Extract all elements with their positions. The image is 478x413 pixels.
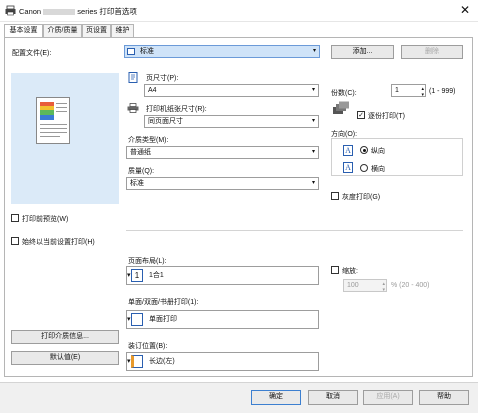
profile-label: 配置文件(E): bbox=[12, 50, 52, 57]
add-profile-button[interactable]: 添加... bbox=[331, 45, 394, 59]
portrait-radio[interactable] bbox=[360, 146, 368, 154]
chevron-down-icon: ▾ bbox=[311, 180, 315, 186]
layout-icon: 1 bbox=[131, 269, 143, 282]
landscape-radio[interactable] bbox=[360, 164, 368, 172]
defaults-button[interactable]: 默认值(E) bbox=[11, 351, 119, 365]
separator bbox=[126, 230, 463, 231]
single-sided-icon bbox=[131, 313, 143, 326]
printer-paper-icon bbox=[127, 103, 139, 113]
profile-select[interactable]: 标准 ▾ bbox=[124, 45, 320, 58]
collate-label: 逐份打印(T) bbox=[368, 113, 405, 120]
scale-checkbox[interactable] bbox=[331, 266, 339, 274]
spin-down-icon[interactable]: ▾ bbox=[382, 285, 385, 296]
help-button[interactable]: 帮助 bbox=[419, 390, 469, 405]
chevron-down-icon: ▾ bbox=[312, 48, 316, 54]
duplex-select[interactable]: 单面打印 ▾ bbox=[126, 310, 319, 329]
redacted-model-name bbox=[43, 9, 76, 16]
page-layout-label: 页面布局(L): bbox=[128, 258, 167, 265]
profile-icon bbox=[127, 48, 135, 55]
tab-media-quality[interactable]: 介质/质量 bbox=[43, 24, 82, 37]
apply-button[interactable]: 应用(A) bbox=[363, 390, 413, 405]
scale-range: % (20 - 400) bbox=[391, 282, 430, 289]
binding-left-icon bbox=[131, 355, 143, 368]
preview-image-icon bbox=[40, 102, 54, 120]
chevron-down-icon: ▾ bbox=[311, 149, 315, 155]
delete-profile-button[interactable]: 删除 bbox=[401, 45, 463, 59]
media-type-select[interactable]: 普通纸 ▾ bbox=[126, 146, 319, 159]
window-title: Canon series 打印首选项 bbox=[19, 6, 137, 17]
page-size-value: A4 bbox=[148, 87, 157, 94]
binding-value: 长边(左) bbox=[149, 358, 175, 365]
always-current-label: 始终以当前设置打印(H) bbox=[22, 239, 95, 246]
page-layout-value: 1合1 bbox=[149, 272, 164, 279]
scale-spinner[interactable]: 100 ▴ ▾ bbox=[343, 279, 387, 293]
collate-checkbox[interactable]: ✓ bbox=[357, 111, 365, 119]
print-media-info-button[interactable]: 打印介质信息... bbox=[11, 330, 119, 344]
printer-icon bbox=[5, 5, 16, 16]
quality-label: 质量(Q): bbox=[128, 168, 155, 175]
tab-maintenance[interactable]: 维护 bbox=[111, 24, 134, 37]
tab-page-setup[interactable]: 页设置 bbox=[82, 24, 111, 37]
chevron-down-icon: ▾ bbox=[127, 358, 131, 365]
window-title-suffix: series 打印首选项 bbox=[77, 7, 137, 16]
media-type-value: 普通纸 bbox=[130, 149, 151, 156]
landscape-icon: A bbox=[343, 162, 353, 173]
printer-paper-size-value: 同页面尺寸 bbox=[148, 118, 183, 125]
grayscale-checkbox[interactable] bbox=[331, 192, 339, 200]
chevron-down-icon: ▾ bbox=[311, 87, 315, 93]
tab-basic-settings[interactable]: 基本设置 bbox=[4, 24, 43, 38]
page-size-icon bbox=[128, 72, 138, 83]
duplex-label: 单面/双面/书册打印(1): bbox=[128, 299, 199, 306]
chevron-down-icon: ▾ bbox=[311, 118, 315, 124]
duplex-value: 单面打印 bbox=[149, 316, 177, 323]
page-layout-select[interactable]: 1 1合1 ▾ bbox=[126, 266, 319, 285]
copies-spinner[interactable]: 1 ▴ ▾ bbox=[391, 84, 426, 98]
quality-select[interactable]: 标准 ▾ bbox=[126, 177, 319, 190]
media-type-label: 介质类型(M): bbox=[128, 137, 169, 144]
portrait-icon: A bbox=[343, 145, 353, 156]
close-icon[interactable]: ✕ bbox=[460, 4, 470, 16]
copies-range: (1 - 999) bbox=[429, 88, 456, 95]
always-current-checkbox[interactable] bbox=[11, 237, 19, 245]
page-size-label: 页尺寸(P): bbox=[146, 75, 179, 82]
window-title-prefix: Canon bbox=[19, 7, 42, 16]
printer-paper-size-label: 打印机纸张尺寸(R): bbox=[146, 106, 207, 113]
copies-value: 1 bbox=[395, 87, 399, 94]
page-size-select[interactable]: A4 ▾ bbox=[144, 84, 319, 97]
binding-select[interactable]: 长边(左) ▾ bbox=[126, 352, 319, 371]
quality-value: 标准 bbox=[130, 180, 144, 187]
copies-label: 份数(C): bbox=[331, 90, 357, 97]
ok-button[interactable]: 确定 bbox=[251, 390, 301, 405]
portrait-label: 纵向 bbox=[371, 148, 385, 155]
title-bar: Canon series 打印首选项 ✕ bbox=[0, 0, 478, 22]
cancel-button[interactable]: 取消 bbox=[308, 390, 358, 405]
page-preview bbox=[11, 73, 119, 204]
preview-before-label: 打印前预览(W) bbox=[22, 216, 69, 223]
chevron-down-icon: ▾ bbox=[127, 316, 131, 323]
grayscale-label: 灰度打印(G) bbox=[342, 194, 381, 201]
preview-before-checkbox[interactable] bbox=[11, 214, 19, 222]
preview-page bbox=[36, 97, 70, 144]
collate-icon bbox=[333, 101, 349, 114]
scale-value: 100 bbox=[347, 282, 359, 289]
binding-label: 装订位置(B): bbox=[128, 343, 168, 350]
scale-label: 缩放: bbox=[342, 268, 358, 275]
spin-down-icon[interactable]: ▾ bbox=[421, 90, 424, 101]
printer-paper-size-select[interactable]: 同页面尺寸 ▾ bbox=[144, 115, 319, 128]
landscape-label: 横向 bbox=[371, 166, 385, 173]
chevron-down-icon: ▾ bbox=[127, 272, 131, 279]
